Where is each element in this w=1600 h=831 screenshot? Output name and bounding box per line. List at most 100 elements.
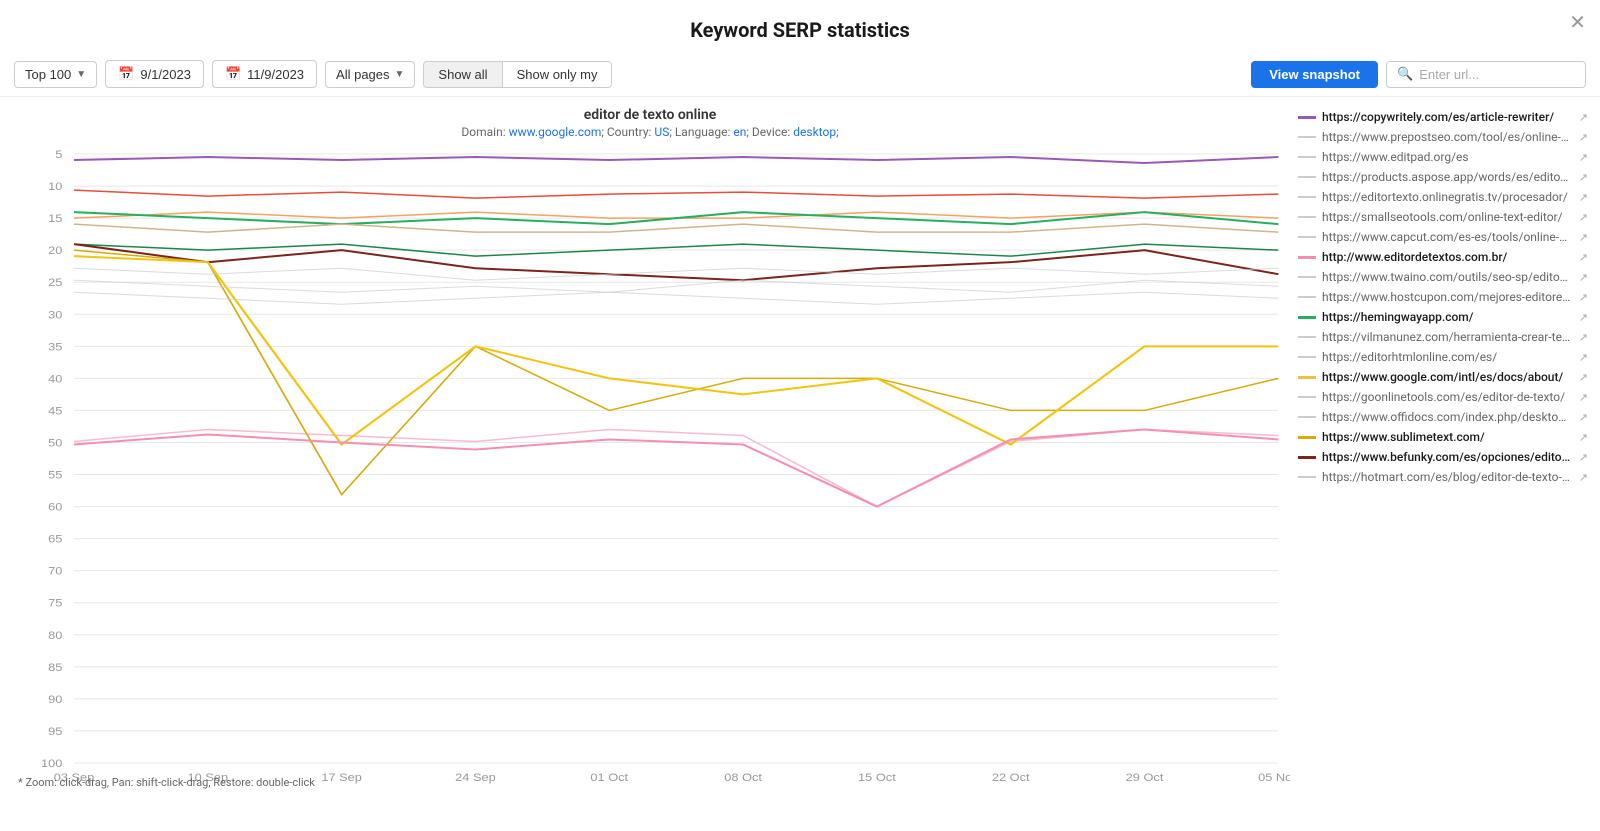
external-link-icon[interactable]: ↗	[1579, 351, 1588, 364]
legend-item[interactable]: https://hemingwayapp.com/↗	[1296, 307, 1590, 327]
external-link-icon[interactable]: ↗	[1579, 271, 1588, 284]
external-link-icon[interactable]: ↗	[1579, 331, 1588, 344]
svg-text:40: 40	[48, 372, 63, 385]
legend-item[interactable]: https://www.prepostseo.com/tool/es/onlin…	[1296, 127, 1590, 147]
legend-url: https://www.befunky.com/es/opciones/edit…	[1322, 450, 1571, 464]
legend-url: https://editorhtmlonline.com/es/	[1322, 350, 1571, 364]
svg-text:55: 55	[48, 468, 63, 481]
chart-country: US	[654, 125, 669, 139]
svg-text:30: 30	[48, 308, 63, 321]
legend-line-color	[1298, 156, 1316, 158]
legend-line-color	[1298, 116, 1316, 119]
external-link-icon[interactable]: ↗	[1579, 291, 1588, 304]
legend-item[interactable]: https://www.capcut.com/es-es/tools/onlin…	[1296, 227, 1590, 247]
legend-line-color	[1298, 396, 1316, 398]
url-search-container[interactable]: 🔍	[1386, 61, 1586, 88]
external-link-icon[interactable]: ↗	[1579, 131, 1588, 144]
legend-line-color	[1298, 216, 1316, 218]
legend-item[interactable]: https://hotmart.com/es/blog/editor-de-te…	[1296, 467, 1590, 487]
svg-text:10: 10	[48, 180, 63, 193]
legend-url: https://www.offidocs.com/index.php/deskt…	[1322, 410, 1571, 424]
legend-item[interactable]: https://www.twaino.com/outils/seo-sp/edi…	[1296, 267, 1590, 287]
svg-text:08 Oct: 08 Oct	[724, 771, 762, 784]
external-link-icon[interactable]: ↗	[1579, 111, 1588, 124]
legend-url: https://copywritely.com/es/article-rewri…	[1322, 110, 1571, 124]
toolbar-left: Top 100 ▼ 📅 9/1/2023 📅 11/9/2023 All pag…	[14, 60, 1243, 88]
external-link-icon[interactable]: ↗	[1579, 151, 1588, 164]
top-filter-label: Top 100	[25, 67, 71, 82]
date-end-button[interactable]: 📅 11/9/2023	[212, 60, 317, 88]
external-link-icon[interactable]: ↗	[1579, 171, 1588, 184]
legend-item[interactable]: https://smallseotools.com/online-text-ed…	[1296, 207, 1590, 227]
legend-url: https://www.capcut.com/es-es/tools/onlin…	[1322, 230, 1571, 244]
svg-text:50: 50	[48, 436, 63, 449]
calendar-icon-2: 📅	[225, 66, 241, 82]
page-header: Keyword SERP statistics	[0, 0, 1600, 52]
legend-url: https://editortexto.onlinegratis.tv/proc…	[1322, 190, 1571, 204]
svg-text:65: 65	[48, 532, 63, 545]
svg-text:20: 20	[48, 244, 63, 257]
close-button[interactable]: ✕	[1569, 10, 1586, 35]
top-filter-dropdown[interactable]: Top 100 ▼	[14, 61, 97, 88]
legend-line-color	[1298, 196, 1316, 198]
legend-line-color	[1298, 456, 1316, 459]
legend-url: https://www.prepostseo.com/tool/es/onlin…	[1322, 130, 1571, 144]
show-only-my-button[interactable]: Show only my	[503, 62, 612, 87]
legend-item[interactable]: https://vilmanunez.com/herramienta-crear…	[1296, 327, 1590, 347]
external-link-icon[interactable]: ↗	[1579, 471, 1588, 484]
legend-item[interactable]: https://products.aspose.app/words/es/edi…	[1296, 167, 1590, 187]
legend-item[interactable]: https://www.google.com/intl/es/docs/abou…	[1296, 367, 1590, 387]
external-link-icon[interactable]: ↗	[1579, 191, 1588, 204]
legend-item[interactable]: https://goonlinetools.com/es/editor-de-t…	[1296, 387, 1590, 407]
legend-item[interactable]: http://www.editordetextos.com.br/ ↗	[1296, 247, 1590, 267]
legend-item[interactable]: https://www.offidocs.com/index.php/deskt…	[1296, 407, 1590, 427]
legend-url: http://www.editordetextos.com.br/	[1322, 250, 1571, 264]
external-link-icon[interactable]: ↗	[1579, 231, 1588, 244]
pages-filter-dropdown[interactable]: All pages ▼	[325, 61, 415, 88]
external-link-icon[interactable]: ↗	[1579, 411, 1588, 424]
show-all-button[interactable]: Show all	[424, 62, 502, 87]
legend-line-color	[1298, 336, 1316, 338]
legend-item[interactable]: https://copywritely.com/es/article-rewri…	[1296, 107, 1590, 127]
legend-line-color	[1298, 276, 1316, 278]
external-link-icon[interactable]: ↗	[1579, 211, 1588, 224]
date-start-button[interactable]: 📅 9/1/2023	[105, 60, 204, 88]
legend-item[interactable]: https://editorhtmlonline.com/es/ ↗	[1296, 347, 1590, 367]
legend-line-color	[1298, 356, 1316, 358]
page-container: ✕ Keyword SERP statistics Top 100 ▼ 📅 9/…	[0, 0, 1600, 831]
legend-item[interactable]: https://editortexto.onlinegratis.tv/proc…	[1296, 187, 1590, 207]
zoom-hint: * Zoom: click-drag, Pan: shift-click-dra…	[18, 776, 315, 789]
legend-url: https://www.google.com/intl/es/docs/abou…	[1322, 370, 1571, 384]
toolbar-right: View snapshot 🔍	[1251, 61, 1586, 88]
external-link-icon[interactable]: ↗	[1579, 451, 1588, 464]
svg-text:17 Sep: 17 Sep	[321, 771, 362, 784]
serp-chart[interactable]: .grid-line { stroke: #e8e8e8; stroke-wid…	[10, 144, 1290, 785]
pages-filter-label: All pages	[336, 67, 389, 82]
chevron-down-icon-2: ▼	[395, 69, 405, 80]
svg-text:5: 5	[55, 148, 63, 161]
legend-url: https://www.twaino.com/outils/seo-sp/edi…	[1322, 270, 1571, 284]
external-link-icon[interactable]: ↗	[1579, 311, 1588, 324]
url-search-input[interactable]	[1419, 67, 1579, 82]
legend-item[interactable]: https://www.editpad.org/es↗	[1296, 147, 1590, 167]
view-snapshot-button[interactable]: View snapshot	[1251, 61, 1378, 88]
external-link-icon[interactable]: ↗	[1579, 391, 1588, 404]
chart-device: desktop	[793, 125, 836, 139]
svg-text:75: 75	[48, 597, 63, 610]
svg-text:80: 80	[48, 629, 63, 642]
legend-item[interactable]: https://www.sublimetext.com/↗	[1296, 427, 1590, 447]
legend-line-color	[1298, 316, 1316, 319]
legend-line-color	[1298, 176, 1316, 178]
legend-line-color	[1298, 236, 1316, 238]
legend-url: https://products.aspose.app/words/es/edi…	[1322, 170, 1571, 184]
chart-keyword-title: editor de texto online	[10, 107, 1290, 123]
chart-subtitle: Domain: www.google.com; Country: US; Lan…	[10, 125, 1290, 139]
svg-text:29 Oct: 29 Oct	[1126, 771, 1164, 784]
legend-item[interactable]: https://www.befunky.com/es/opciones/edit…	[1296, 447, 1590, 467]
legend-line-color	[1298, 136, 1316, 138]
legend-item[interactable]: https://www.hostcupon.com/mejores-editor…	[1296, 287, 1590, 307]
svg-text:45: 45	[48, 404, 63, 417]
external-link-icon[interactable]: ↗	[1579, 251, 1588, 264]
external-link-icon[interactable]: ↗	[1579, 431, 1588, 444]
external-link-icon[interactable]: ↗	[1579, 371, 1588, 384]
